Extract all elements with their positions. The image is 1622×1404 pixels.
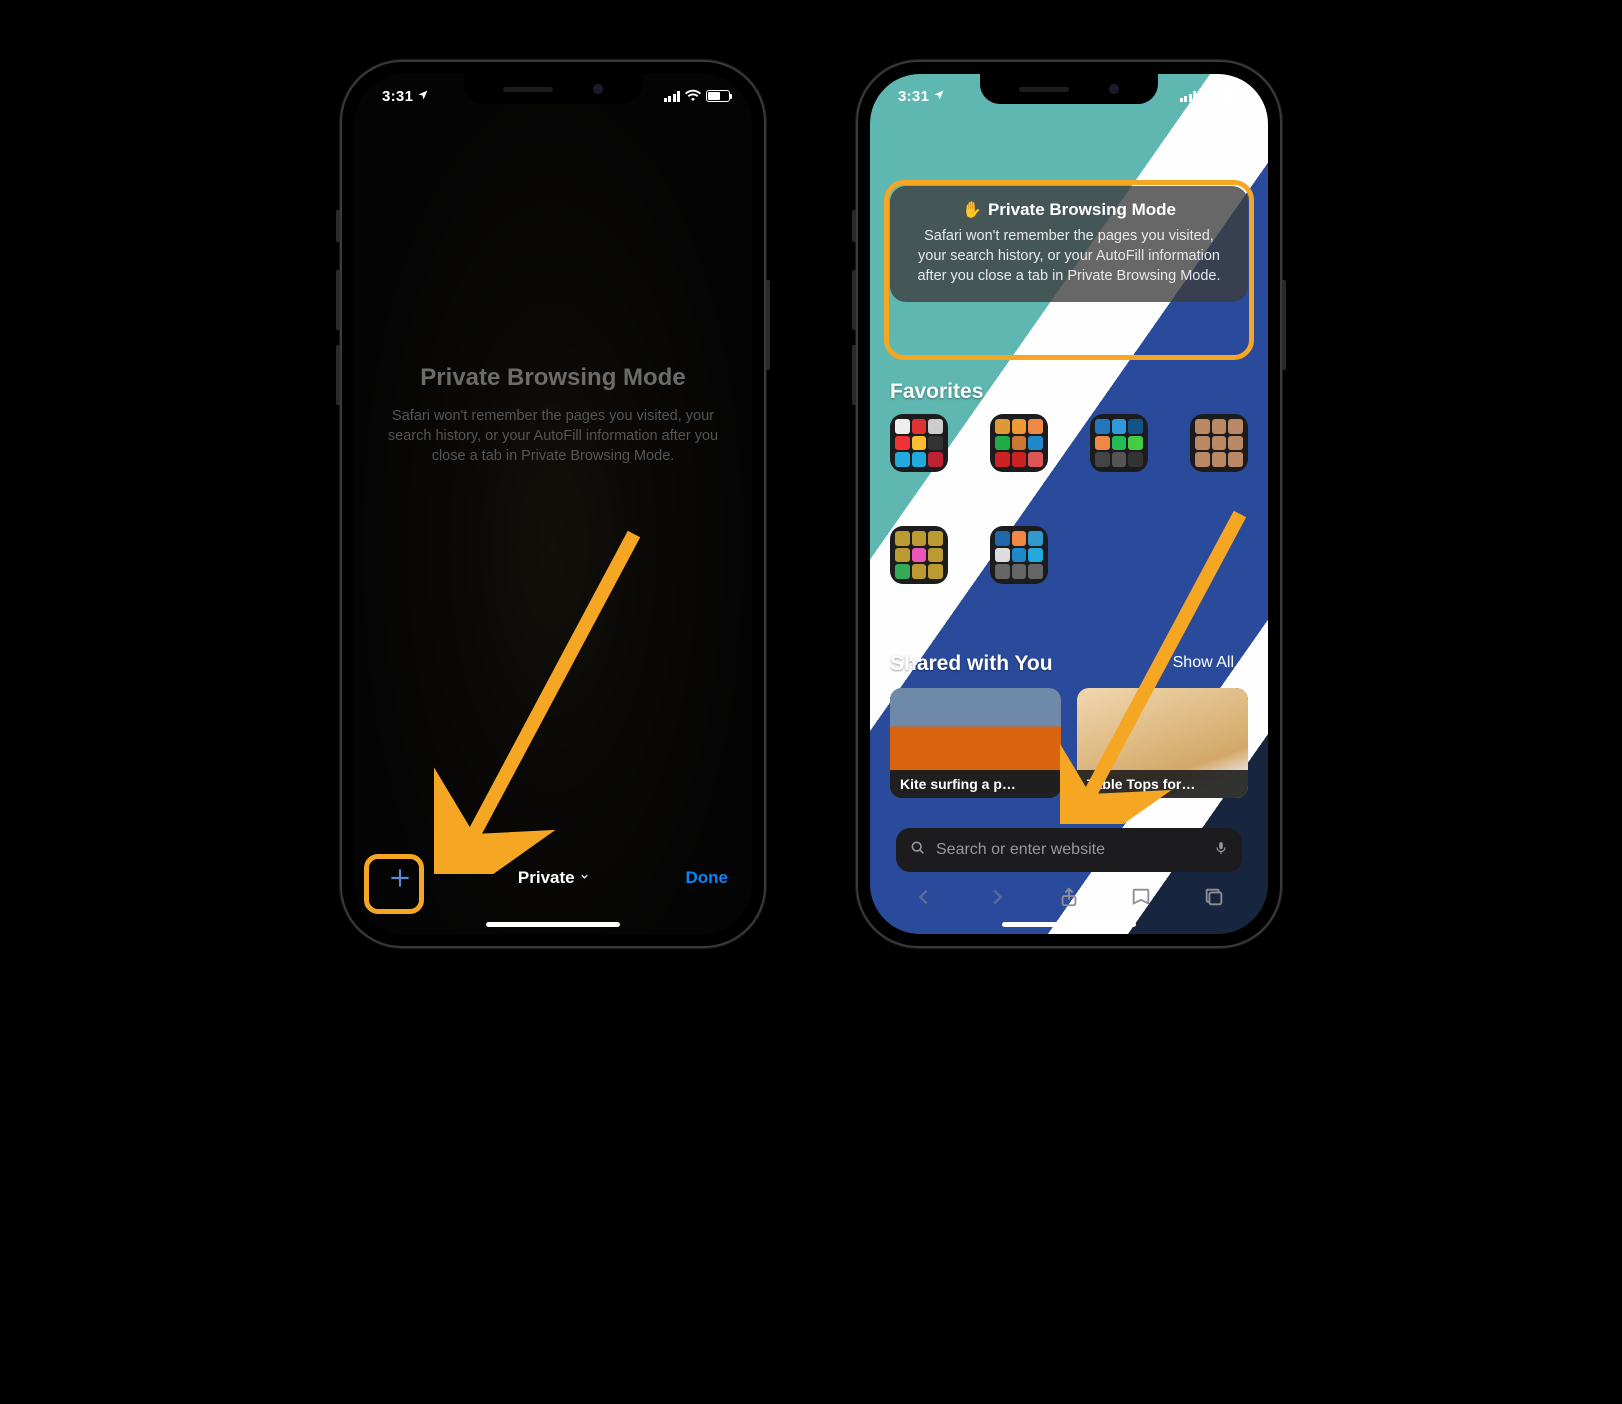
show-all-label: Show All (1173, 654, 1234, 672)
show-all-button[interactable]: Show All (1173, 654, 1248, 672)
home-indicator[interactable] (1002, 922, 1136, 927)
wifi-icon (1201, 88, 1217, 105)
location-icon (417, 88, 429, 105)
battery-icon (706, 90, 730, 102)
address-bar[interactable]: Search or enter website (896, 828, 1242, 872)
favorites-heading: Favorites (890, 380, 983, 404)
wifi-icon (685, 88, 701, 105)
status-time: 3:31 (382, 88, 413, 105)
tabs-button[interactable] (1194, 877, 1234, 917)
tab-group-selector[interactable]: Private (518, 868, 590, 888)
new-tab-button[interactable] (374, 852, 426, 904)
shared-with-you-row: Kite surfing a p… Table Tops for… (890, 688, 1248, 798)
pbm-description: Safari won't remember the pages you visi… (386, 406, 720, 466)
highlight-box (884, 180, 1254, 360)
pbm-title: Private Browsing Mode (386, 364, 720, 392)
chevron-right-icon (1238, 654, 1248, 672)
address-bar-placeholder: Search or enter website (936, 841, 1204, 859)
done-button[interactable]: Done (681, 860, 732, 896)
forward-button[interactable] (977, 877, 1017, 917)
cellular-icon (1180, 91, 1197, 102)
favorites-folder[interactable] (990, 414, 1048, 472)
search-icon (910, 840, 926, 861)
screen: 3:31 Private Browsing Mode Safari won't … (354, 74, 752, 934)
favorites-folder[interactable] (1090, 414, 1148, 472)
status-time: 3:31 (898, 88, 929, 105)
location-icon (933, 88, 945, 105)
battery-icon (1222, 90, 1246, 102)
microphone-icon[interactable] (1214, 839, 1228, 862)
iphone-mockup-left: 3:31 Private Browsing Mode Safari won't … (340, 60, 766, 948)
share-button[interactable] (1049, 877, 1089, 917)
favorites-folder[interactable] (990, 526, 1048, 584)
favorites-folder[interactable] (890, 414, 948, 472)
tab-switcher-toolbar: Private Done (354, 844, 752, 934)
shared-item[interactable]: Table Tops for… (1077, 688, 1248, 798)
cellular-icon (664, 91, 681, 102)
favorites-grid (890, 414, 1248, 584)
back-button[interactable] (904, 877, 944, 917)
shared-with-you-heading: Shared with You (890, 652, 1053, 676)
bookmarks-button[interactable] (1121, 877, 1161, 917)
favorites-folder[interactable] (1190, 414, 1248, 472)
shared-caption: Kite surfing a p… (890, 770, 1061, 798)
notch (464, 74, 642, 104)
chevron-down-icon (579, 871, 590, 885)
screen: 3:31 ✋ Private Browsing Mode Safari won'… (870, 74, 1268, 934)
tab-group-label: Private (518, 868, 575, 888)
shared-item[interactable]: Kite surfing a p… (890, 688, 1061, 798)
safari-toolbar (870, 874, 1268, 920)
iphone-mockup-right: 3:31 ✋ Private Browsing Mode Safari won'… (856, 60, 1282, 948)
shared-caption: Table Tops for… (1077, 770, 1248, 798)
private-browsing-message: Private Browsing Mode Safari won't remem… (354, 364, 752, 466)
favorites-folder[interactable] (890, 526, 948, 584)
notch (980, 74, 1158, 104)
home-indicator[interactable] (486, 922, 620, 927)
dim-overlay (354, 74, 752, 934)
